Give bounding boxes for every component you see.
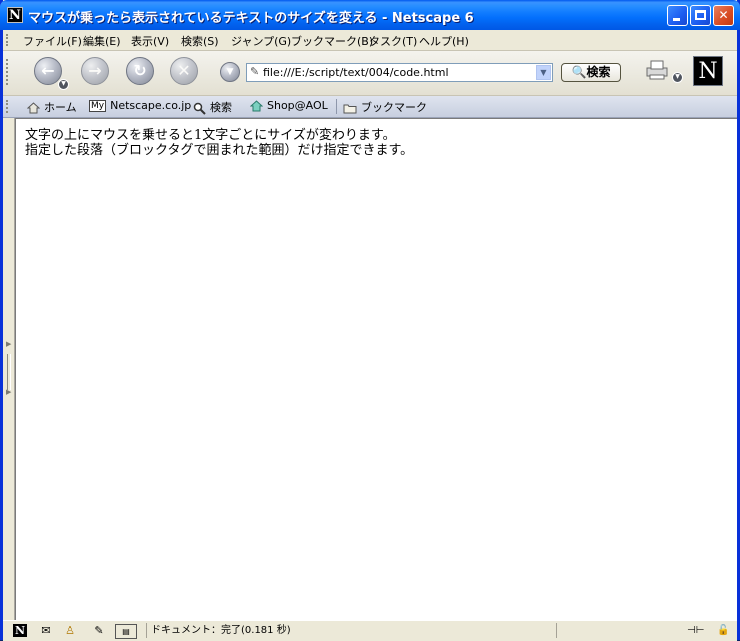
maximize-button[interactable] [690,5,711,26]
status-text: ドキュメント：完了(0.181 秒) [146,623,556,638]
back-arrow-icon: ← [41,61,55,80]
instant-messenger-icon[interactable]: ♙ [63,624,77,637]
nav-toolbar-grip[interactable] [6,59,12,85]
personal-toolbar: ホーム My Netscape.co.jp 検索 Shop@AOL ブックマーク [3,96,737,118]
content-text-block: 文字の上にマウスを乗せると1文字ごとにサイズが変わります。 指定した段落（ブロッ… [25,128,413,158]
bookmarks-folder[interactable]: ブックマーク [343,99,427,115]
bookmark-shop-label: Shop@AOL [267,99,328,112]
menu-search[interactable]: 検索(S) [181,33,219,49]
menu-bookmarks[interactable]: ブックマーク(B) [291,33,373,49]
forward-arrow-icon: → [88,61,102,80]
stop-icon: ✕ [177,61,191,80]
address-book-icon[interactable]: ▤ [115,624,137,639]
bookmarks-folder-label: ブックマーク [361,101,427,114]
content-line[interactable]: 指定した段落（ブロックタグで囲まれた範囲）だけ指定できます。 [25,143,413,158]
my-netscape-icon: My [89,100,107,112]
bookmark-home[interactable]: ホーム [27,99,77,115]
composer-icon[interactable]: ✎ [89,624,109,637]
mail-icon[interactable]: ✉ [37,624,55,637]
print-dropdown-icon[interactable]: ▼ [672,72,683,83]
menu-bar: ファイル(F) 編集(E) 表示(V) 検索(S) ジャンプ(G) ブックマーク… [3,30,737,51]
search-icon [193,102,206,115]
search-button[interactable]: 🔍検索 [561,63,621,82]
bookmark-home-label: ホーム [44,101,77,114]
reload-button[interactable]: ↻ [126,57,154,85]
navigation-toolbar: ← ▼ → ↻ ✕ ▼ ✎ ▼ 🔍検索 ▼ N [3,51,737,96]
bookmark-netscape-cojp[interactable]: My Netscape.co.jp [89,99,191,112]
menu-edit[interactable]: 編集(E) [83,33,121,49]
security-lock-icon[interactable]: 🔓 [717,624,729,637]
minimize-icon [673,18,680,21]
browser-window: N マウスが乗ったら表示されているテキストのサイズを変える - Netscape… [0,0,740,641]
minimize-button[interactable] [667,5,688,26]
folder-icon [343,104,357,113]
title-bar[interactable]: N マウスが乗ったら表示されているテキストのサイズを変える - Netscape… [0,0,740,30]
print-icon[interactable] [645,59,671,81]
page-proxy-icon[interactable]: ✎ [250,66,262,78]
back-history-dropdown-icon[interactable]: ▼ [58,79,69,90]
online-status-icon[interactable]: ⊣⊢ [687,624,704,637]
window-title: マウスが乗ったら表示されているテキストのサイズを変える - Netscape 6 [28,11,474,26]
status-progress-area [556,623,677,638]
sidebar-toggle[interactable]: ▶ ▶ [3,118,15,620]
bookmark-shop-aol[interactable]: Shop@AOL [250,99,328,112]
bookmark-search[interactable]: 検索 [193,99,232,115]
url-input[interactable] [263,64,533,81]
reload-icon: ↻ [133,61,147,80]
netscape-component-icon[interactable]: N [13,624,27,637]
url-history-button[interactable]: ▼ [220,62,240,82]
chevron-down-icon: ▼ [226,67,234,77]
menu-go[interactable]: ジャンプ(G) [231,33,291,49]
maximize-icon [695,10,706,20]
netscape-logo[interactable]: N [693,56,723,86]
home-icon [27,102,40,114]
forward-button[interactable]: → [81,57,109,85]
stop-button[interactable]: ✕ [170,57,198,85]
content-line[interactable]: 文字の上にマウスを乗せると1文字ごとにサイズが変わります。 [25,128,413,143]
toolbar-separator [336,99,337,114]
menu-help[interactable]: ヘルプ(H) [419,33,469,49]
menu-bar-grip[interactable] [6,34,12,46]
netscape-app-icon[interactable]: N [7,7,23,23]
menu-file[interactable]: ファイル(F) [23,33,82,49]
shop-icon [250,100,263,112]
address-bar[interactable]: ✎ ▼ [246,63,553,82]
url-dropdown-button[interactable]: ▼ [536,65,551,80]
close-button[interactable]: ✕ [713,5,734,26]
status-bar: N ✉ ♙ ✎ ▤ ドキュメント：完了(0.181 秒) ⊣⊢ 🔓 [3,620,737,641]
menu-tasks[interactable]: タスク(T) [369,33,417,49]
close-icon: ✕ [718,8,729,22]
sidebar-grip-lines [7,354,11,390]
bookmark-search-label: 検索 [210,101,232,114]
sidebar-arrow-icon: ▶ [6,340,12,348]
page-content: 文字の上にマウスを乗せると1文字ごとにサイズが変わります。 指定した段落（ブロッ… [15,118,737,620]
personal-toolbar-grip[interactable] [6,100,12,113]
bookmark-netscape-label: Netscape.co.jp [110,99,192,112]
sidebar-arrow-icon: ▶ [6,388,12,396]
menu-view[interactable]: 表示(V) [131,33,169,49]
